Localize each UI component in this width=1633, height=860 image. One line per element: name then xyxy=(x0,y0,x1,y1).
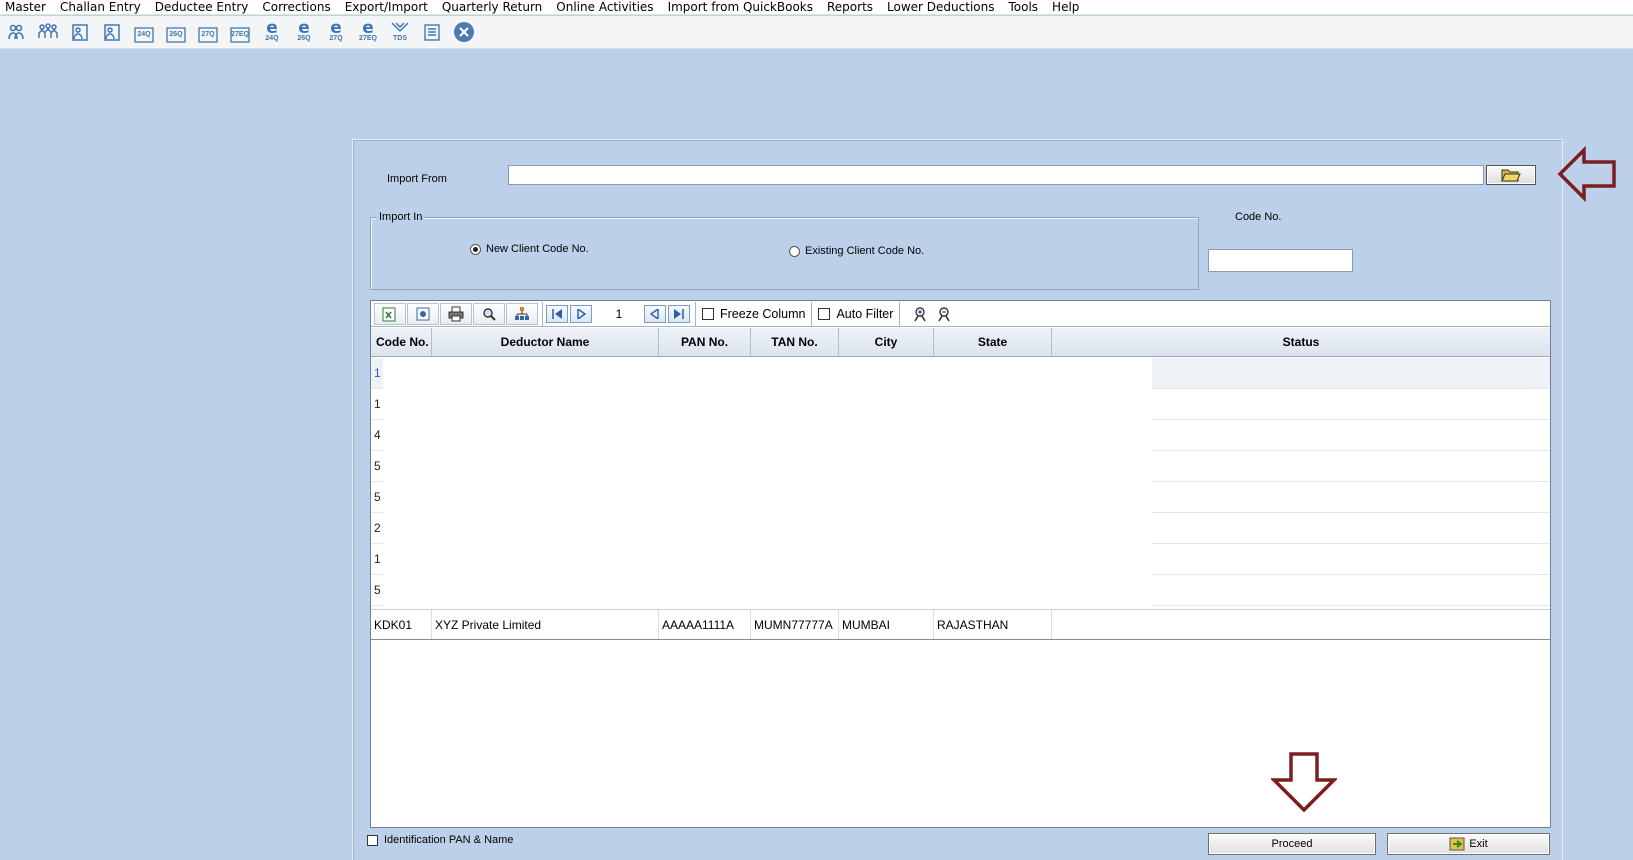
menu-reports[interactable]: Reports xyxy=(820,0,880,14)
code-no-label: Code No. xyxy=(1235,211,1282,223)
cell-pan: AAAAA1111A xyxy=(659,610,751,639)
menu-master[interactable]: Master xyxy=(0,0,53,14)
exit-button[interactable]: Exit xyxy=(1387,833,1550,855)
overlay-blank xyxy=(383,358,1152,608)
last-page-icon[interactable] xyxy=(668,304,690,323)
col-tan-no[interactable]: TAN No. xyxy=(751,328,839,356)
import-panel: Import From Import In New Client Code No… xyxy=(352,139,1563,860)
deductor-grid: 1 Freeze Column Auto Filter Code No. Ded… xyxy=(370,300,1551,828)
group-icon[interactable] xyxy=(35,19,61,45)
zoom-in-icon[interactable] xyxy=(908,306,932,322)
first-page-icon[interactable] xyxy=(546,304,568,323)
down-arrow-annotation xyxy=(1271,752,1337,812)
identification-checkbox[interactable]: Identification PAN & Name xyxy=(367,834,513,846)
radio-new-client[interactable]: New Client Code No. xyxy=(470,243,589,255)
deductor-icon[interactable] xyxy=(3,19,29,45)
menu-deductee-entry[interactable]: Deductee Entry xyxy=(148,0,256,14)
menu-quarterly-return[interactable]: Quarterly Return xyxy=(435,0,549,14)
export-html-icon[interactable] xyxy=(407,302,439,325)
menu-bar: Master Challan Entry Deductee Entry Corr… xyxy=(0,0,1633,15)
form-27eq-icon[interactable]: 27EQ xyxy=(227,19,253,45)
form-24q-icon[interactable]: 24Q xyxy=(131,19,157,45)
export-excel-icon[interactable] xyxy=(374,302,406,325)
cell-name: XYZ Private Limited xyxy=(432,610,659,639)
e-return-26q-icon[interactable]: e 26Q xyxy=(291,19,317,45)
close-icon[interactable] xyxy=(451,19,477,45)
cell-city: MUMBAI xyxy=(839,610,934,639)
import-from-label: Import From xyxy=(387,173,447,185)
menu-challan-entry[interactable]: Challan Entry xyxy=(53,0,148,14)
e-return-27eq-icon[interactable]: e 27EQ xyxy=(355,19,381,45)
col-status[interactable]: Status xyxy=(1052,328,1550,356)
print-preview-icon[interactable] xyxy=(473,302,505,325)
form-26q-icon[interactable]: 26Q xyxy=(163,19,189,45)
left-arrow-annotation xyxy=(1557,146,1616,202)
zoom-out-icon[interactable] xyxy=(932,306,956,322)
person-card-2-icon[interactable] xyxy=(99,19,125,45)
auto-filter-checkbox[interactable]: Auto Filter xyxy=(812,301,901,326)
grid-toolbar: 1 Freeze Column Auto Filter xyxy=(371,301,1550,327)
menu-lower-deductions[interactable]: Lower Deductions xyxy=(880,0,1001,14)
prev-page-icon[interactable] xyxy=(570,304,592,323)
next-page-icon[interactable] xyxy=(644,304,666,323)
menu-import-quickbooks[interactable]: Import from QuickBooks xyxy=(661,0,820,14)
e-return-27q-icon[interactable]: e 27Q xyxy=(323,19,349,45)
proceed-button[interactable]: Proceed xyxy=(1208,833,1376,855)
menu-online-activities[interactable]: Online Activities xyxy=(549,0,660,14)
table-row-kdk01[interactable]: KDK01 XYZ Private Limited AAAAA1111A MUM… xyxy=(371,609,1550,640)
form-27q-icon[interactable]: 27Q xyxy=(195,19,221,45)
menu-help[interactable]: Help xyxy=(1045,0,1086,14)
radio-existing-client[interactable]: Existing Client Code No. xyxy=(789,245,924,257)
col-deductor-name[interactable]: Deductor Name xyxy=(432,328,659,356)
freeze-column-checkbox[interactable]: Freeze Column xyxy=(696,301,813,326)
cell-state: RAJASTHAN xyxy=(934,610,1052,639)
cell-code: KDK01 xyxy=(371,610,432,639)
browse-button[interactable] xyxy=(1486,165,1536,185)
group-by-icon[interactable] xyxy=(506,302,538,325)
col-city[interactable]: City xyxy=(839,328,934,356)
grid-header: Code No. Deductor Name PAN No. TAN No. C… xyxy=(371,328,1550,357)
person-card-icon[interactable] xyxy=(67,19,93,45)
document-icon[interactable] xyxy=(419,19,445,45)
page-number: 1 xyxy=(615,306,623,321)
menu-corrections[interactable]: Corrections xyxy=(255,0,337,14)
folder-open-icon xyxy=(1501,169,1521,182)
import-from-input[interactable] xyxy=(508,165,1484,185)
menu-tools[interactable]: Tools xyxy=(1001,0,1045,14)
e-return-24q-icon[interactable]: e 24Q xyxy=(259,19,285,45)
print-icon[interactable] xyxy=(440,302,472,325)
col-code-no[interactable]: Code No. xyxy=(371,328,432,356)
main-toolbar: 24Q 26Q 27Q 27EQ e 24Q e 26Q e 27Q e 27E… xyxy=(0,16,1633,49)
col-state[interactable]: State xyxy=(934,328,1052,356)
menu-export-import[interactable]: Export/Import xyxy=(338,0,435,14)
import-in-group: Import In New Client Code No. Existing C… xyxy=(370,211,1199,290)
col-pan-no[interactable]: PAN No. xyxy=(659,328,751,356)
exit-icon xyxy=(1449,837,1465,851)
cell-tan: MUMN77777A xyxy=(751,610,839,639)
code-no-input[interactable] xyxy=(1208,249,1353,272)
import-in-label: Import In xyxy=(377,211,425,223)
cell-status xyxy=(1052,610,1550,639)
tds-icon[interactable]: TDS xyxy=(387,19,413,45)
